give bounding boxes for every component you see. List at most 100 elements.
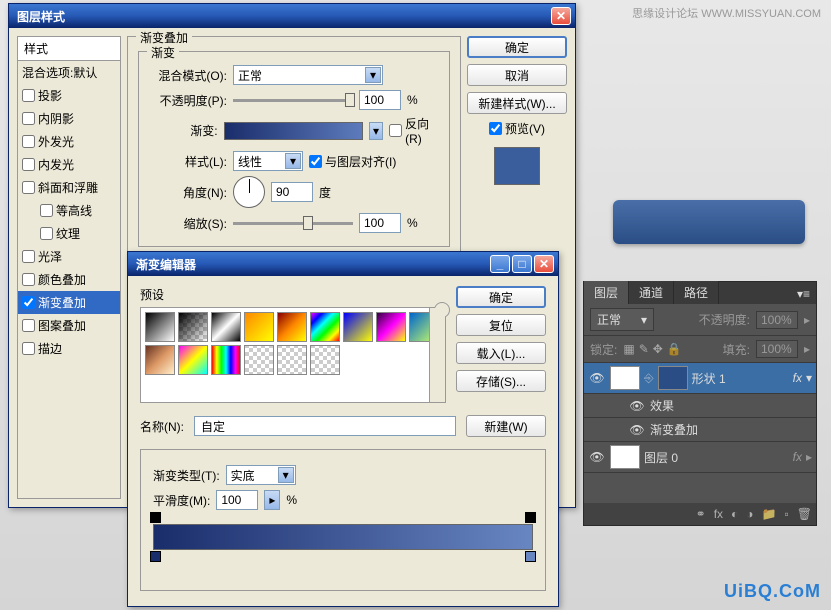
group-icon[interactable]: 📁 — [762, 507, 777, 521]
tab-channels[interactable]: 通道 — [629, 281, 674, 304]
inner-shadow-checkbox[interactable] — [22, 112, 35, 125]
tab-paths[interactable]: 路径 — [674, 281, 719, 304]
fill-input[interactable]: 100% — [756, 340, 798, 358]
minimize-icon[interactable]: _ — [490, 255, 510, 273]
blend-mode-select[interactable]: 正常▾ — [233, 65, 383, 85]
visibility-icon[interactable]: 👁 — [588, 449, 606, 465]
scale-input[interactable]: 100 — [359, 213, 401, 233]
preset-swatch[interactable] — [277, 345, 307, 375]
style-stroke[interactable]: 描边 — [18, 337, 120, 360]
smoothness-input[interactable]: 100 — [216, 490, 258, 510]
gradient-preview[interactable] — [224, 122, 363, 140]
visibility-icon[interactable]: 👁 — [588, 370, 606, 386]
style-pattern-overlay[interactable]: 图案叠加 — [18, 314, 120, 337]
preset-swatch[interactable] — [211, 345, 241, 375]
close-icon[interactable]: ✕ — [551, 7, 571, 25]
gradient-bar[interactable] — [153, 524, 533, 550]
link-icon[interactable]: ⎆ — [644, 371, 654, 386]
link-layers-icon[interactable]: ⚭ — [696, 507, 706, 521]
new-button[interactable]: 新建(W) — [466, 415, 546, 437]
inner-glow-checkbox[interactable] — [22, 158, 35, 171]
layer-thumb[interactable] — [610, 445, 640, 469]
layer-name[interactable]: 图层 0 — [644, 449, 678, 466]
style-color-overlay[interactable]: 颜色叠加 — [18, 268, 120, 291]
blend-mode-select[interactable]: 正常▾ — [590, 308, 654, 331]
maximize-icon[interactable]: □ — [512, 255, 532, 273]
style-list-header[interactable]: 样式 — [18, 37, 120, 61]
style-satin[interactable]: 光泽 — [18, 245, 120, 268]
new-style-button[interactable]: 新建样式(W)... — [467, 92, 567, 114]
style-drop-shadow[interactable]: 投影 — [18, 84, 120, 107]
style-bevel[interactable]: 斜面和浮雕 — [18, 176, 120, 199]
lock-position-icon[interactable]: ✥ — [653, 342, 663, 356]
style-texture[interactable]: 纹理 — [36, 222, 120, 245]
reset-button[interactable]: 复位 — [456, 314, 546, 336]
ok-button[interactable]: 确定 — [456, 286, 546, 308]
preset-swatch[interactable] — [310, 345, 340, 375]
preset-swatch[interactable] — [145, 345, 175, 375]
style-outer-glow[interactable]: 外发光 — [18, 130, 120, 153]
preset-swatch[interactable] — [244, 312, 274, 342]
gradient-type-select[interactable]: 实底▾ — [226, 465, 296, 485]
style-select[interactable]: 线性▾ — [233, 151, 303, 171]
tab-layers[interactable]: 图层 — [584, 281, 629, 304]
style-contour[interactable]: 等高线 — [36, 199, 120, 222]
preset-swatch[interactable] — [211, 312, 241, 342]
effect-gradient-overlay[interactable]: 👁 渐变叠加 — [584, 418, 816, 442]
contour-checkbox[interactable] — [40, 204, 53, 217]
stroke-checkbox[interactable] — [22, 342, 35, 355]
color-overlay-checkbox[interactable] — [22, 273, 35, 286]
drop-shadow-checkbox[interactable] — [22, 89, 35, 102]
gradient-overlay-checkbox[interactable] — [22, 296, 35, 309]
visibility-icon[interactable]: 👁 — [628, 398, 646, 414]
load-button[interactable]: 载入(L)... — [456, 342, 546, 364]
opacity-input[interactable]: 100% — [756, 311, 798, 329]
preset-swatch[interactable] — [310, 312, 340, 342]
smoothness-dropdown-icon[interactable]: ▸ — [264, 490, 280, 510]
effects-row[interactable]: 👁 效果 — [584, 394, 816, 418]
preset-swatch[interactable] — [145, 312, 175, 342]
opacity-input[interactable]: 100 — [359, 90, 401, 110]
bevel-checkbox[interactable] — [22, 181, 35, 194]
cancel-button[interactable]: 取消 — [467, 64, 567, 86]
preset-swatch[interactable] — [244, 345, 274, 375]
opacity-stop[interactable] — [150, 512, 161, 523]
new-layer-icon[interactable]: ▫ — [785, 507, 789, 521]
lock-transparency-icon[interactable]: ▦ — [623, 342, 634, 356]
trash-icon[interactable]: 🗑 — [797, 507, 812, 521]
vector-mask-thumb[interactable] — [658, 366, 688, 390]
preview-checkbox-label[interactable]: 预览(V) — [467, 120, 567, 137]
texture-checkbox[interactable] — [40, 227, 53, 240]
fx-badge[interactable]: fx — [793, 371, 802, 385]
align-layer-checkbox-label[interactable]: 与图层对齐(I) — [309, 153, 396, 170]
color-stop[interactable] — [150, 551, 161, 562]
pattern-overlay-checkbox[interactable] — [22, 319, 35, 332]
chevron-icon[interactable]: ▸ — [804, 313, 810, 327]
outer-glow-checkbox[interactable] — [22, 135, 35, 148]
panel-menu-icon[interactable]: ▾≡ — [791, 284, 816, 304]
close-icon[interactable]: ✕ — [534, 255, 554, 273]
gradient-editor-titlebar[interactable]: 渐变编辑器 _ □ ✕ — [128, 252, 558, 276]
angle-input[interactable]: 90 — [271, 182, 313, 202]
lock-pixels-icon[interactable]: ✎ — [639, 342, 649, 356]
layer-name[interactable]: 形状 1 — [692, 370, 726, 387]
opacity-stop[interactable] — [525, 512, 536, 523]
preset-scrollbar[interactable] — [429, 308, 445, 402]
layer-thumb[interactable] — [610, 366, 640, 390]
preset-swatch[interactable] — [178, 312, 208, 342]
scale-slider[interactable] — [233, 222, 353, 225]
fx-expand-icon[interactable]: ▾ — [806, 371, 812, 385]
lock-all-icon[interactable]: 🔒 — [667, 342, 682, 356]
reverse-checkbox-label[interactable]: 反向(R) — [389, 115, 439, 146]
preset-swatch[interactable] — [178, 345, 208, 375]
blend-options-item[interactable]: 混合选项:默认 — [18, 61, 120, 84]
gradient-bar-editor[interactable] — [153, 524, 533, 550]
preset-swatch[interactable] — [277, 312, 307, 342]
fx-expand-icon[interactable]: ▸ — [806, 450, 812, 464]
visibility-icon[interactable]: 👁 — [628, 422, 646, 438]
gradient-dropdown-icon[interactable]: ▾ — [369, 122, 383, 140]
layer-0[interactable]: 👁 图层 0 fx ▸ — [584, 442, 816, 473]
fx-icon[interactable]: fx — [714, 507, 723, 521]
chevron-icon[interactable]: ▸ — [804, 342, 810, 356]
opacity-slider[interactable] — [233, 99, 353, 102]
